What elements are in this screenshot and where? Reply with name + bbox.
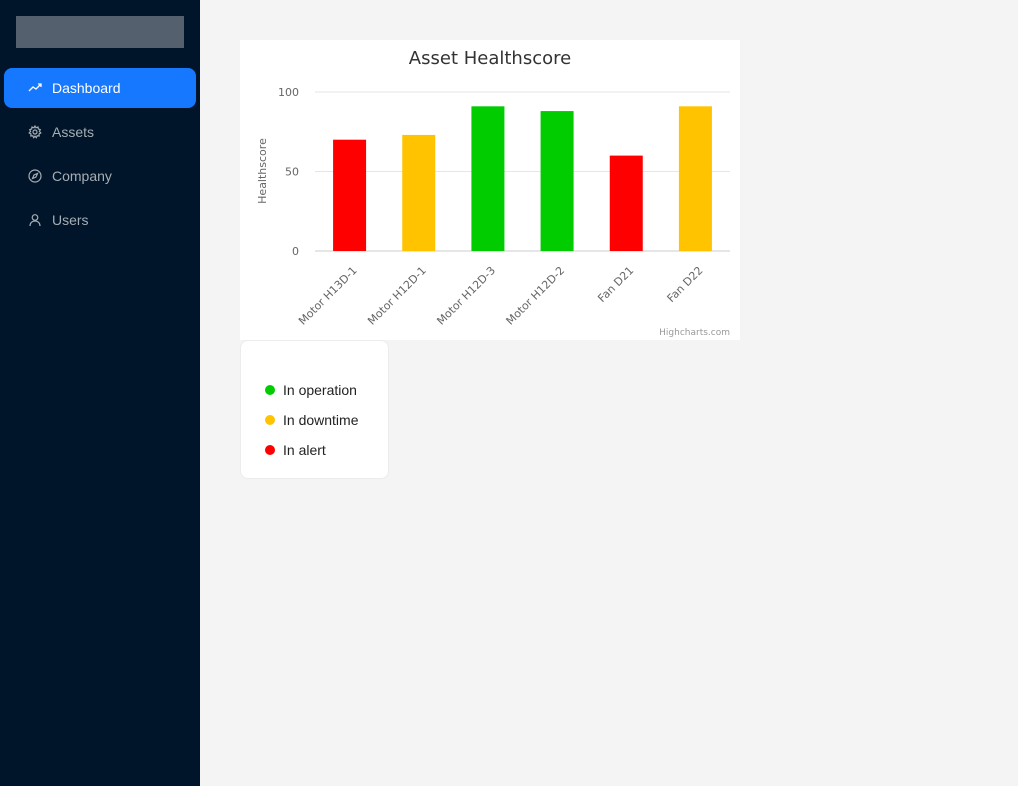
sidebar-item-dashboard[interactable]: Dashboard <box>4 68 196 108</box>
logo <box>16 16 184 48</box>
legend-list: In operation In downtime In alert <box>265 375 358 465</box>
legend-item-in-downtime: In downtime <box>265 405 358 435</box>
trend-line-icon <box>28 81 42 95</box>
x-tick-label: Motor H13D-1 <box>296 264 360 328</box>
legend-label: In alert <box>283 442 326 458</box>
status-dot <box>265 385 275 395</box>
bar[interactable] <box>333 139 367 251</box>
bar[interactable] <box>471 106 505 251</box>
sidebar-menu: Dashboard Assets Company Users <box>4 68 196 244</box>
sidebar-item-label: Dashboard <box>52 80 121 96</box>
x-tick-label: Motor H12D-1 <box>365 264 429 328</box>
sidebar-item-company[interactable]: Company <box>4 156 196 196</box>
status-legend: In operation In downtime In alert <box>240 340 389 479</box>
y-tick-label: 0 <box>292 245 299 258</box>
healthscore-chart: Asset Healthscore Healthscore 0 50 100 Mot… <box>240 40 740 340</box>
x-tick-label: Motor H12D-2 <box>504 264 568 328</box>
y-tick-label: 100 <box>278 86 299 99</box>
legend-label: In operation <box>283 382 357 398</box>
sidebar-item-label: Company <box>52 168 112 184</box>
chart-credits[interactable]: Highcharts.com <box>659 328 730 338</box>
status-dot <box>265 415 275 425</box>
compass-icon <box>28 169 42 183</box>
x-tick-label: Fan D21 <box>595 264 636 305</box>
sidebar-item-label: Users <box>52 212 89 228</box>
chart-title: Asset Healthscore <box>409 48 571 69</box>
bar[interactable] <box>678 106 712 251</box>
sidebar: Dashboard Assets Company Users <box>0 0 200 786</box>
legend-label: In downtime <box>283 412 359 428</box>
bar[interactable] <box>402 134 436 251</box>
x-tick-label: Fan D22 <box>665 264 706 305</box>
sidebar-item-users[interactable]: Users <box>4 200 196 240</box>
y-tick-label: 50 <box>285 166 299 179</box>
status-dot <box>265 445 275 455</box>
legend-item-in-operation: In operation <box>265 375 358 405</box>
sidebar-item-label: Assets <box>52 124 95 140</box>
legend-item-in-alert: In alert <box>265 435 358 465</box>
x-tick-label: Motor H12D-3 <box>434 264 498 328</box>
user-icon <box>28 213 42 227</box>
sidebar-item-assets[interactable]: Assets <box>4 112 196 152</box>
gear-icon <box>28 125 42 139</box>
bar[interactable] <box>540 111 574 251</box>
y-axis-label: Healthscore <box>256 138 269 204</box>
bar[interactable] <box>609 155 643 251</box>
bar-chart-svg: Asset Healthscore Healthscore 0 50 100 Mot… <box>256 48 730 338</box>
